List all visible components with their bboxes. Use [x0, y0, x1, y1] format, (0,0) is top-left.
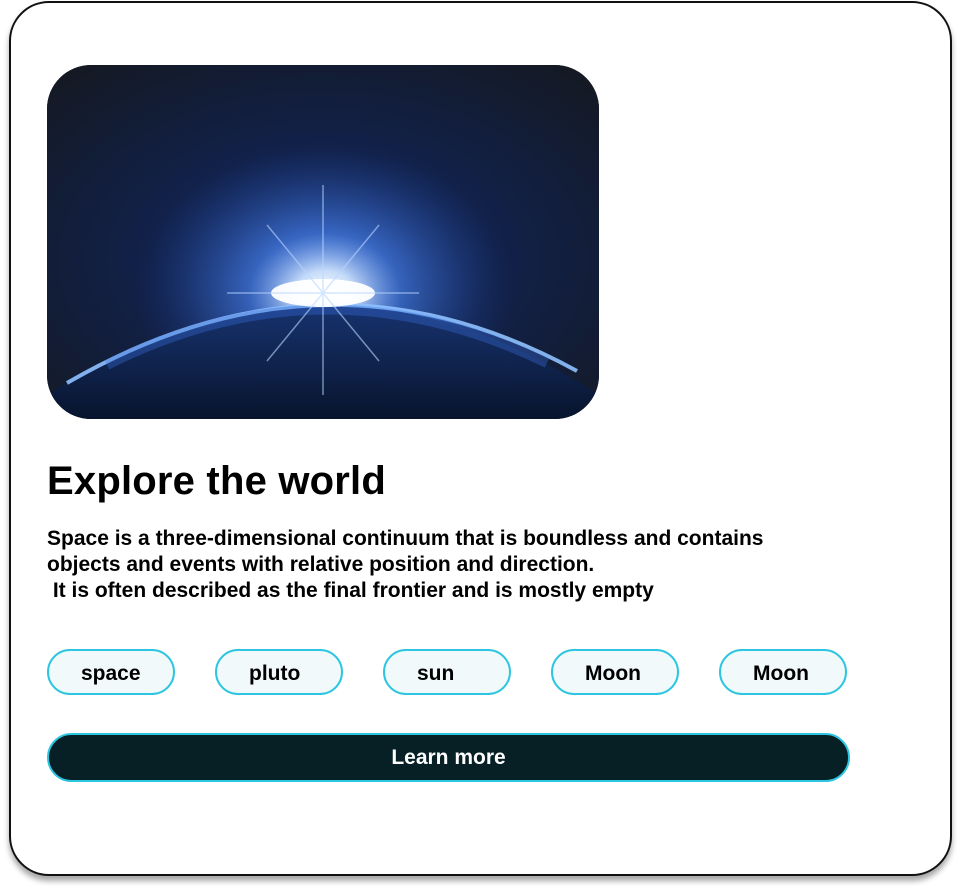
learn-more-button[interactable]: Learn more: [47, 733, 850, 782]
tag-sun[interactable]: sun: [383, 649, 511, 695]
tag-label: space: [81, 662, 141, 685]
hero-image: [47, 65, 599, 419]
tag-pluto[interactable]: pluto: [215, 649, 343, 695]
content-card: Explore the world Space is a three-dimen…: [9, 1, 952, 876]
description-line: It is often described as the final front…: [47, 579, 654, 602]
tag-label: pluto: [249, 662, 301, 685]
tag-label: Moon: [585, 662, 641, 685]
tag-space[interactable]: space: [47, 649, 175, 695]
description-line: objects and events with relative positio…: [47, 553, 595, 576]
card-title: Explore the world: [47, 459, 387, 503]
tag-label: Moon: [753, 662, 809, 685]
tag-moon[interactable]: Moon: [551, 649, 679, 695]
planet-sunrise-image: [47, 65, 599, 419]
card-description: Space is a three-dimensional continuum t…: [47, 526, 867, 604]
tag-moon[interactable]: Moon: [719, 649, 847, 695]
description-line: Space is a three-dimensional continuum t…: [47, 527, 764, 550]
tag-label: sun: [417, 662, 455, 685]
